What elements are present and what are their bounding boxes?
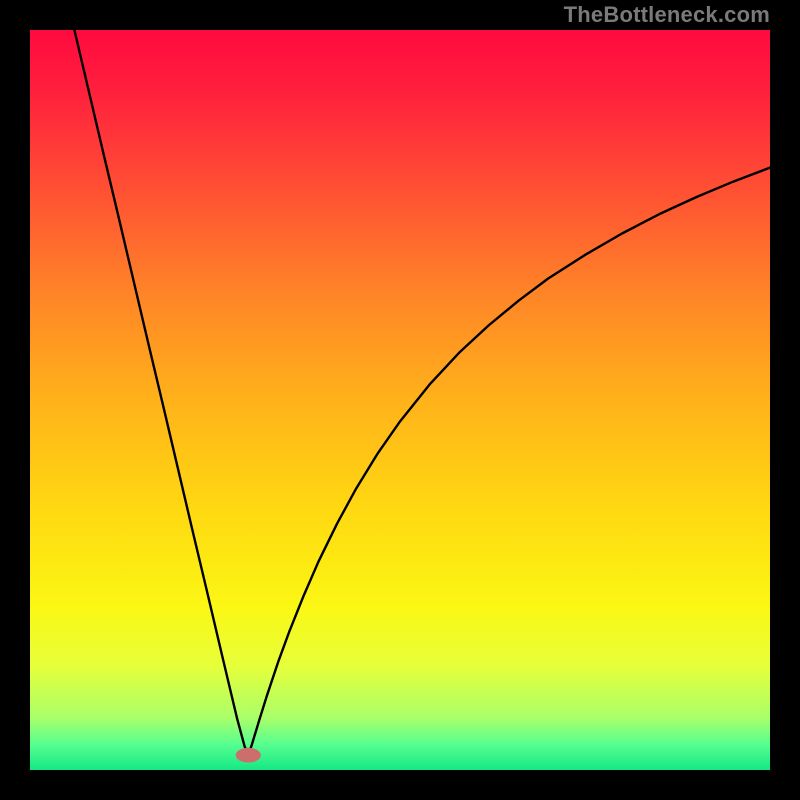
watermark-text: TheBottleneck.com bbox=[564, 2, 770, 28]
bottleneck-chart bbox=[30, 30, 770, 770]
chart-frame: TheBottleneck.com bbox=[0, 0, 800, 800]
plot-area bbox=[30, 30, 770, 770]
gradient-background bbox=[30, 30, 770, 770]
vertex-marker bbox=[236, 748, 261, 763]
